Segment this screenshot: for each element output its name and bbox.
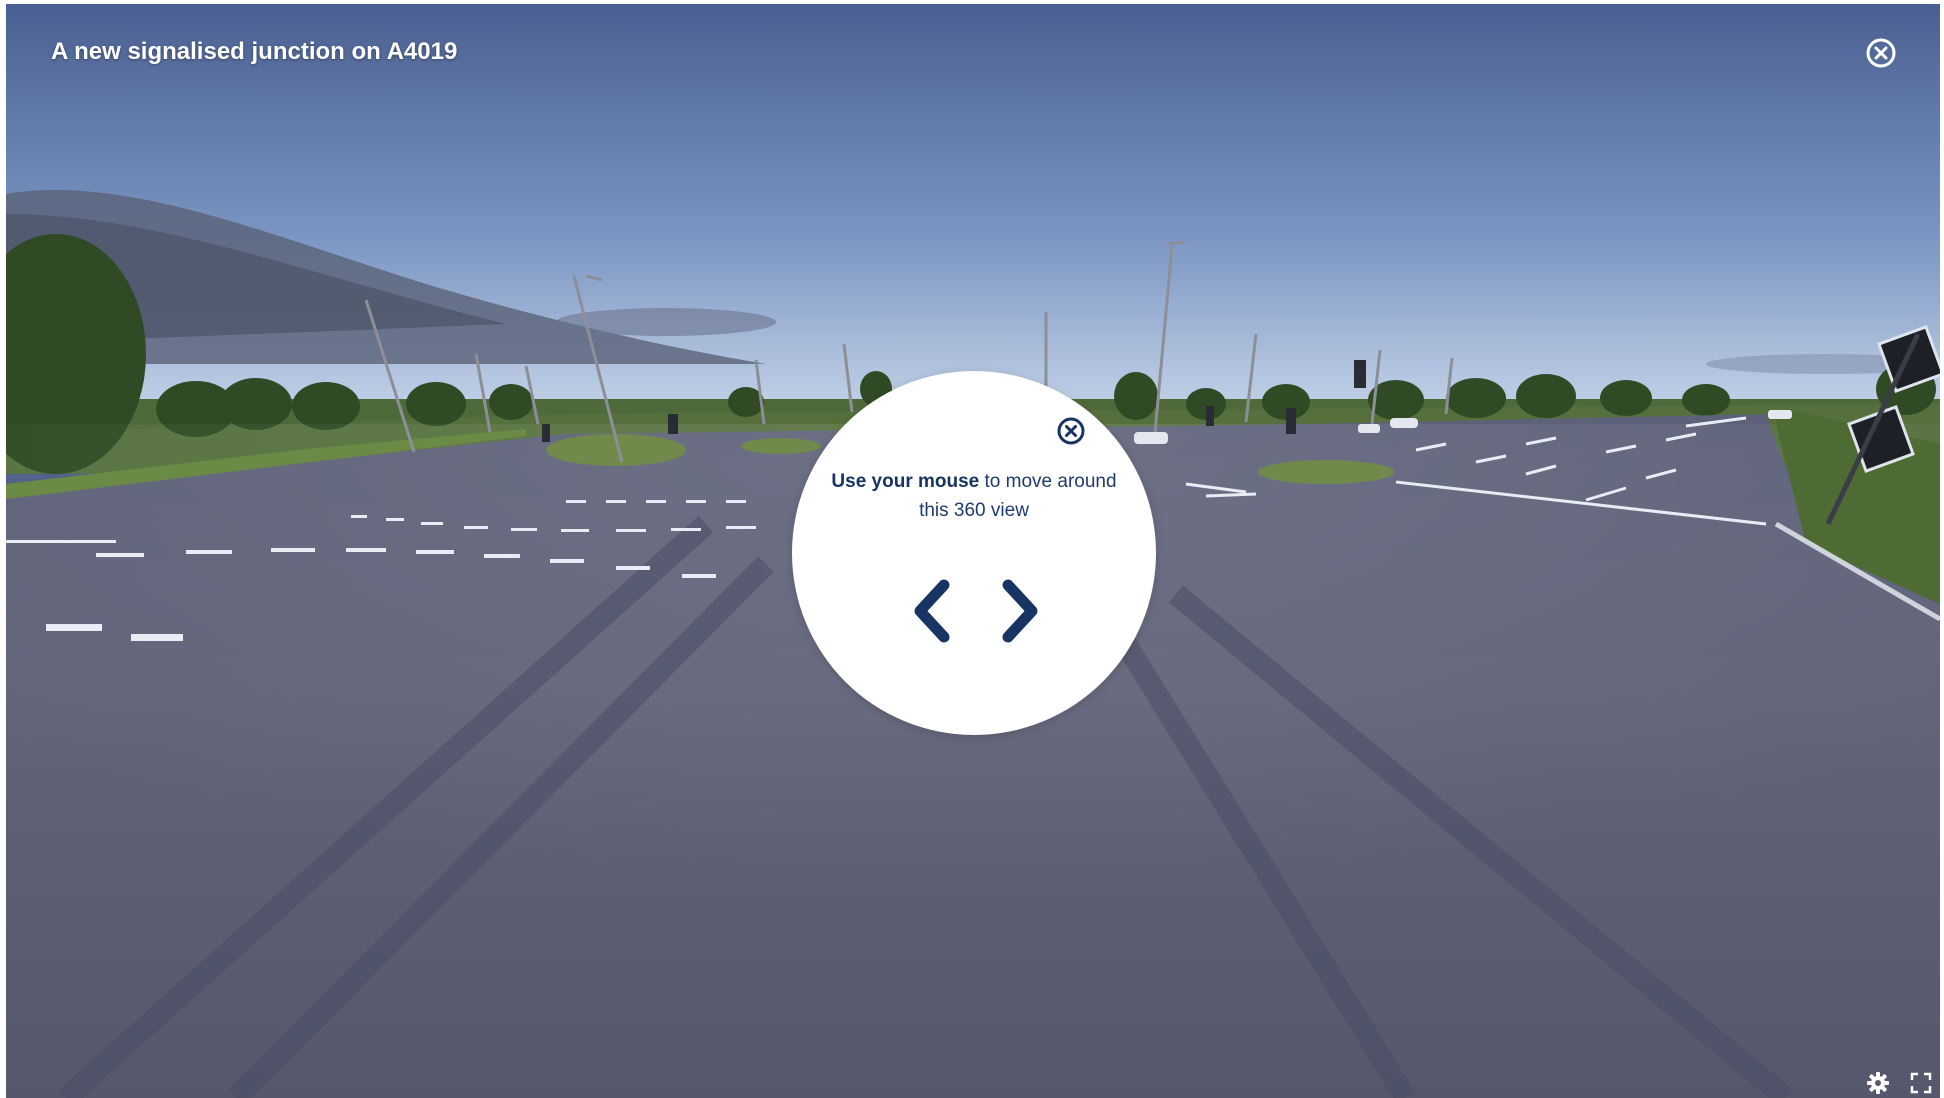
panorama-viewer[interactable]: A new signalised junction on A4019 Use y…: [6, 4, 1940, 1098]
hint-text: Use your mouse to move around this 360 v…: [822, 467, 1126, 525]
chevron-left-icon[interactable]: [906, 579, 962, 643]
fullscreen-icon[interactable]: [1908, 1070, 1934, 1096]
hint-close-icon[interactable]: [1054, 414, 1088, 448]
hint-text-bold: Use your mouse: [831, 471, 980, 492]
chevron-right-icon[interactable]: [990, 579, 1046, 643]
viewer-title: A new signalised junction on A4019: [51, 38, 458, 65]
navigation-hint-overlay: Use your mouse to move around this 360 v…: [792, 371, 1156, 735]
gear-icon[interactable]: [1865, 1070, 1891, 1096]
close-icon[interactable]: [1862, 34, 1900, 72]
